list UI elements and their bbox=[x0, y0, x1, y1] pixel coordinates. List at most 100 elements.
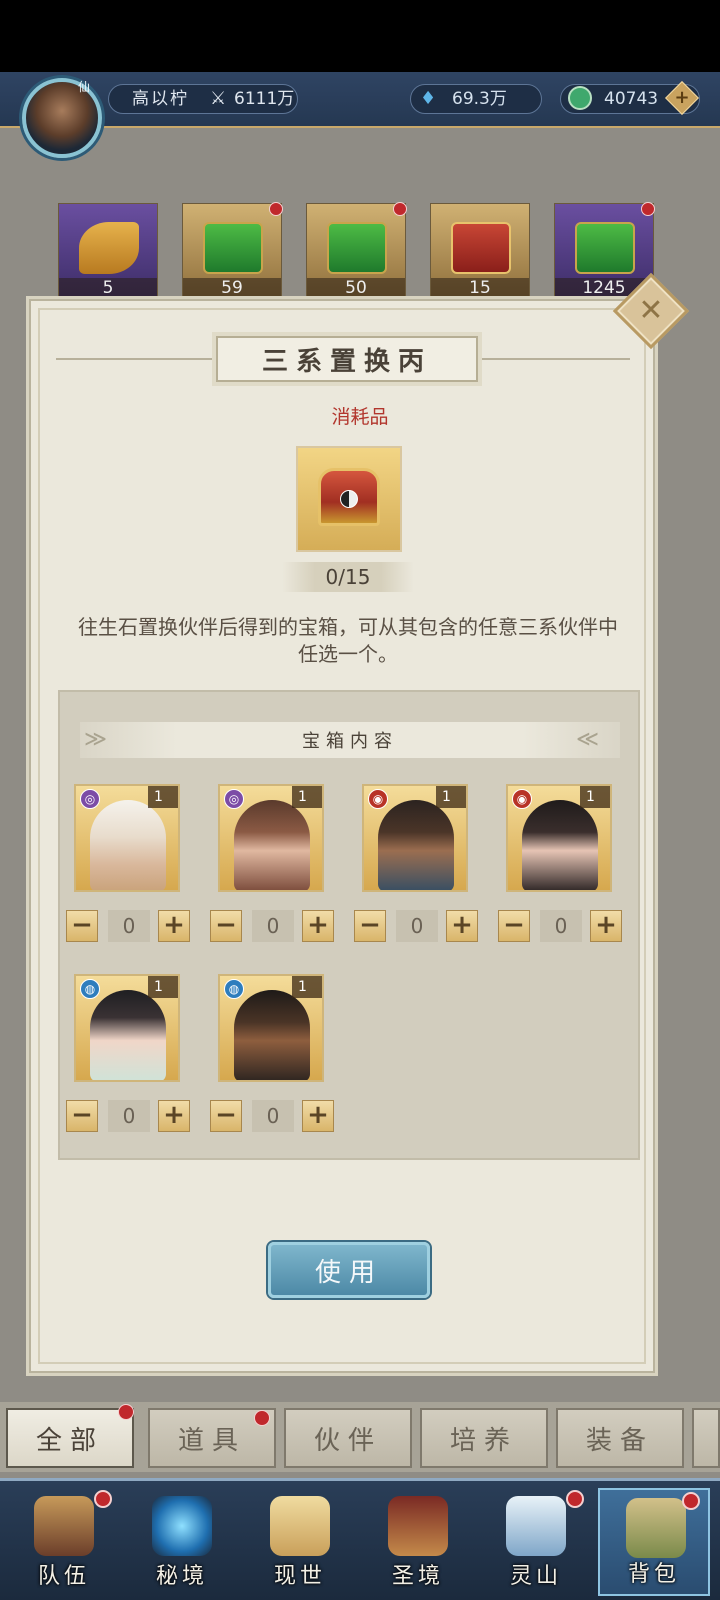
coin-value: 40743 bbox=[604, 89, 659, 109]
increase-button[interactable]: + bbox=[590, 910, 622, 942]
decrease-button[interactable]: − bbox=[66, 910, 98, 942]
element-purple-icon: ◎ bbox=[224, 789, 244, 809]
inventory-slot[interactable]: 59 bbox=[182, 202, 283, 299]
nav-backpack[interactable]: 背包 bbox=[598, 1488, 710, 1596]
partner-portrait bbox=[90, 800, 166, 890]
item-type-label: 消耗品 bbox=[331, 406, 389, 428]
tab-label: 装备 bbox=[585, 1425, 654, 1456]
mountain-icon bbox=[506, 1496, 566, 1556]
item-count: 0/15 bbox=[325, 565, 371, 589]
partner-card[interactable]: ◉ 1 bbox=[506, 784, 612, 892]
pagoda-icon bbox=[388, 1496, 448, 1556]
quantity-value[interactable]: 0 bbox=[252, 910, 294, 942]
partner-card[interactable]: ◍ 1 bbox=[74, 974, 180, 1082]
quantity-value[interactable]: 0 bbox=[252, 1100, 294, 1132]
contents-header: 宝箱内容 bbox=[80, 722, 620, 758]
item-description: 往生石置换伙伴后得到的宝箱，可从其包含的任意三系伙伴中任选一个。 bbox=[78, 615, 618, 666]
close-icon: ✕ bbox=[638, 293, 664, 328]
nav-secret-realm[interactable]: 秘境 bbox=[126, 1488, 238, 1596]
increase-button[interactable]: + bbox=[158, 1100, 190, 1132]
tab-all[interactable]: 全部 bbox=[6, 1408, 134, 1468]
increase-button[interactable]: + bbox=[302, 1100, 334, 1132]
partner-card[interactable]: ◍ 1 bbox=[218, 974, 324, 1082]
nav-holy-realm[interactable]: 圣境 bbox=[362, 1488, 474, 1596]
tab-label: 全部 bbox=[35, 1425, 104, 1456]
partner-level: 1 bbox=[580, 786, 610, 808]
partner-card[interactable]: ◎ 1 bbox=[74, 784, 180, 892]
tab-label: 道具 bbox=[177, 1425, 246, 1456]
partner-portrait bbox=[234, 990, 310, 1080]
quantity-value[interactable]: 0 bbox=[396, 910, 438, 942]
nav-label: 背包 bbox=[627, 1562, 680, 1587]
increase-button[interactable]: + bbox=[446, 910, 478, 942]
quantity-value[interactable]: 0 bbox=[108, 910, 150, 942]
portal-icon bbox=[152, 1496, 212, 1556]
right-arrow-ornament-icon: ≪ bbox=[576, 727, 600, 752]
partner-card[interactable]: ◎ 1 bbox=[218, 784, 324, 892]
notification-dot bbox=[118, 1404, 134, 1420]
increase-button[interactable]: + bbox=[302, 910, 334, 942]
red-chest-icon bbox=[451, 222, 511, 274]
use-button-label: 使用 bbox=[314, 1257, 383, 1288]
tab-label: 伙伴 bbox=[313, 1425, 382, 1456]
inventory-count: 15 bbox=[431, 278, 529, 298]
gem-icon: ♦ bbox=[420, 88, 437, 109]
decrease-button[interactable]: − bbox=[66, 1100, 98, 1132]
partner-portrait bbox=[90, 990, 166, 1080]
notification-dot bbox=[641, 202, 655, 216]
use-button[interactable]: 使用 bbox=[268, 1242, 430, 1298]
inventory-count: 50 bbox=[307, 278, 405, 298]
tab-cultivate[interactable]: 培养 bbox=[420, 1408, 548, 1468]
partner-level: 1 bbox=[148, 976, 178, 998]
tab-label: 培养 bbox=[449, 1425, 518, 1456]
avatar-badge: 仙 bbox=[78, 80, 91, 94]
player-name: 高以柠 bbox=[132, 89, 189, 109]
left-arrow-ornament-icon: ≫ bbox=[84, 727, 108, 752]
inventory-slot[interactable]: 15 bbox=[430, 203, 530, 299]
modal-title: 三系置换丙 bbox=[261, 346, 432, 377]
element-purple-icon: ◎ bbox=[80, 789, 100, 809]
power-icon: ⚔ bbox=[210, 88, 227, 109]
title-plaque: 三系置换丙 bbox=[216, 336, 478, 382]
partner-portrait bbox=[378, 800, 454, 890]
status-bar bbox=[0, 0, 720, 72]
decrease-button[interactable]: − bbox=[210, 1100, 242, 1132]
nav-present-world[interactable]: 现世 bbox=[244, 1488, 356, 1596]
element-fire-icon: ◉ bbox=[368, 789, 388, 809]
nav-spirit-mountain[interactable]: 灵山 bbox=[480, 1488, 592, 1596]
partner-level: 1 bbox=[292, 976, 322, 998]
contents-title: 宝箱内容 bbox=[302, 731, 398, 752]
tab-more[interactable] bbox=[692, 1408, 720, 1468]
tab-equipment[interactable]: 装备 bbox=[556, 1408, 684, 1468]
inventory-slot[interactable]: 50 bbox=[306, 202, 407, 299]
decrease-button[interactable]: − bbox=[210, 910, 242, 942]
inventory-slot[interactable]: 5 bbox=[58, 203, 158, 299]
partner-portrait bbox=[522, 800, 598, 890]
increase-button[interactable]: + bbox=[158, 910, 190, 942]
nav-label: 队伍 bbox=[37, 1564, 90, 1589]
nav-label: 秘境 bbox=[155, 1564, 208, 1589]
green-chest-icon bbox=[575, 222, 635, 274]
quantity-value[interactable]: 0 bbox=[108, 1100, 150, 1132]
nav-label: 灵山 bbox=[509, 1564, 562, 1589]
lucky-fish-icon bbox=[79, 222, 139, 274]
green-chest-icon bbox=[203, 222, 263, 274]
notification-dot bbox=[393, 202, 407, 216]
green-chest-icon bbox=[327, 222, 387, 274]
notification-dot bbox=[94, 1490, 112, 1508]
notification-dot bbox=[254, 1410, 270, 1426]
decrease-button[interactable]: − bbox=[498, 910, 530, 942]
yin-yang-icon bbox=[340, 490, 358, 508]
partner-card[interactable]: ◉ 1 bbox=[362, 784, 468, 892]
notification-dot bbox=[682, 1492, 700, 1510]
nav-label: 现世 bbox=[273, 1564, 326, 1589]
element-water-icon: ◍ bbox=[80, 979, 100, 999]
inventory-count: 5 bbox=[59, 278, 157, 298]
decrease-button[interactable]: − bbox=[354, 910, 386, 942]
quantity-value[interactable]: 0 bbox=[540, 910, 582, 942]
notification-dot bbox=[269, 202, 283, 216]
notification-dot bbox=[566, 1490, 584, 1508]
nav-team[interactable]: 队伍 bbox=[8, 1488, 120, 1596]
power-value: 6111万 bbox=[234, 89, 295, 109]
tab-partners[interactable]: 伙伴 bbox=[284, 1408, 412, 1468]
